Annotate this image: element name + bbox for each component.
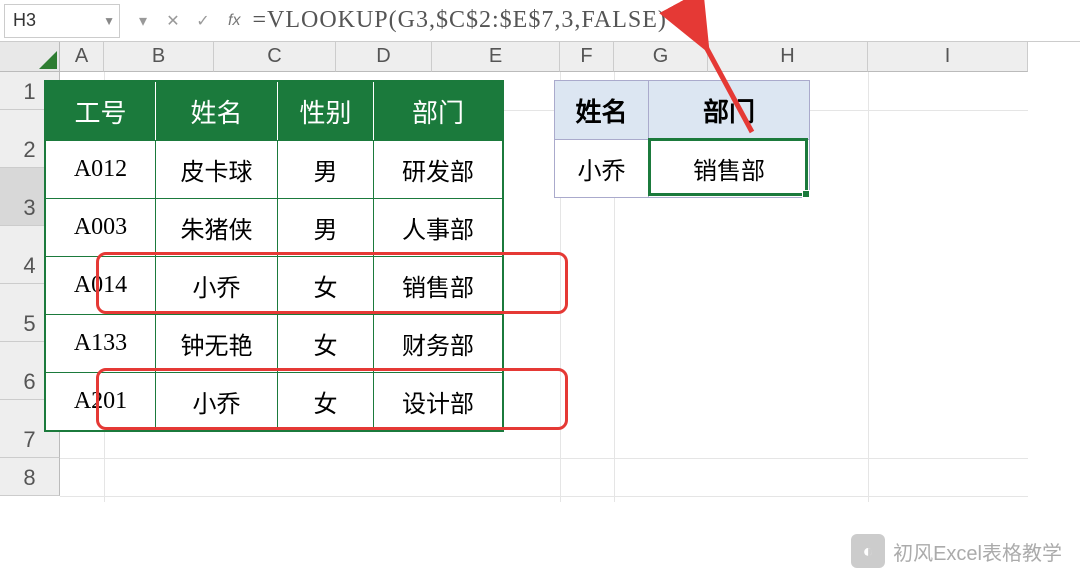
lookup-row: 小乔 销售部: [555, 139, 809, 197]
fx-icon[interactable]: fx: [228, 12, 240, 30]
spreadsheet-grid: A B C D E F G H I 1 2 3 4 5 6 7 8 工号 姓名 …: [0, 42, 1080, 580]
header-id[interactable]: 工号: [46, 82, 156, 140]
cell-D6[interactable]: 女: [278, 314, 374, 372]
cell-H3[interactable]: 销售部: [649, 140, 809, 197]
col-header-A[interactable]: A: [60, 42, 104, 72]
col-header-G[interactable]: G: [614, 42, 708, 72]
data-table: 工号 姓名 性别 部门 A012 皮卡球 男 研发部 A003 朱猪侠 男 人事…: [44, 80, 504, 432]
table-header-row: 工号 姓名 性别 部门: [46, 82, 502, 140]
col-header-E[interactable]: E: [432, 42, 560, 72]
cell-B6[interactable]: A133: [46, 314, 156, 372]
col-header-D[interactable]: D: [336, 42, 432, 72]
dropdown-icon[interactable]: ▾: [130, 8, 156, 34]
select-all-corner[interactable]: [0, 42, 60, 72]
cell-E5[interactable]: 销售部: [374, 256, 502, 314]
table-row: A003 朱猪侠 男 人事部: [46, 198, 502, 256]
lookup-header-name[interactable]: 姓名: [555, 81, 649, 139]
cell-E4[interactable]: 人事部: [374, 198, 502, 256]
column-headers: A B C D E F G H I: [60, 42, 1028, 72]
cell-D4[interactable]: 男: [278, 198, 374, 256]
col-header-F[interactable]: F: [560, 42, 614, 72]
table-row: A201 小乔 女 设计部: [46, 372, 502, 430]
watermark-text: 初风Excel表格教学: [893, 537, 1062, 566]
table-row: A014 小乔 女 销售部: [46, 256, 502, 314]
cancel-icon[interactable]: ✕: [160, 8, 186, 34]
cell-C3[interactable]: 皮卡球: [156, 140, 278, 198]
cell-D5[interactable]: 女: [278, 256, 374, 314]
cell-E7[interactable]: 设计部: [374, 372, 502, 430]
name-box-dropdown-icon[interactable]: ▼: [103, 14, 115, 28]
cell-E6[interactable]: 财务部: [374, 314, 502, 372]
cell-B4[interactable]: A003: [46, 198, 156, 256]
wechat-icon: ◐: [851, 534, 885, 568]
cell-C7[interactable]: 小乔: [156, 372, 278, 430]
cell-C4[interactable]: 朱猪侠: [156, 198, 278, 256]
cell-B5[interactable]: A014: [46, 256, 156, 314]
formula-bar-buttons: ▾ ✕ ✓: [130, 8, 216, 34]
col-header-B[interactable]: B: [104, 42, 214, 72]
cell-reference: H3: [13, 10, 36, 31]
watermark: ◐ 初风Excel表格教学: [851, 534, 1062, 568]
cell-C6[interactable]: 钟无艳: [156, 314, 278, 372]
confirm-icon[interactable]: ✓: [190, 8, 216, 34]
formula-bar: H3 ▼ ▾ ✕ ✓ fx =VLOOKUP(G3,$C$2:$E$7,3,FA…: [0, 0, 1080, 42]
lookup-header-dept[interactable]: 部门: [649, 81, 809, 139]
cell-C5[interactable]: 小乔: [156, 256, 278, 314]
header-gender[interactable]: 性别: [278, 82, 374, 140]
cell-B7[interactable]: A201: [46, 372, 156, 430]
col-header-H[interactable]: H: [708, 42, 868, 72]
cell-D3[interactable]: 男: [278, 140, 374, 198]
formula-input[interactable]: =VLOOKUP(G3,$C$2:$E$7,3,FALSE): [246, 7, 666, 34]
row-header-8[interactable]: 8: [0, 458, 60, 496]
lookup-table: 姓名 部门 小乔 销售部: [554, 80, 810, 198]
table-row: A133 钟无艳 女 财务部: [46, 314, 502, 372]
table-row: A012 皮卡球 男 研发部: [46, 140, 502, 198]
header-name[interactable]: 姓名: [156, 82, 278, 140]
lookup-header-row: 姓名 部门: [555, 81, 809, 139]
col-header-I[interactable]: I: [868, 42, 1028, 72]
col-header-C[interactable]: C: [214, 42, 336, 72]
cell-D7[interactable]: 女: [278, 372, 374, 430]
cell-G3[interactable]: 小乔: [555, 140, 649, 197]
cell-E3[interactable]: 研发部: [374, 140, 502, 198]
name-box[interactable]: H3 ▼: [4, 4, 120, 38]
corner-triangle-icon: [39, 51, 57, 69]
cell-B3[interactable]: A012: [46, 140, 156, 198]
header-dept[interactable]: 部门: [374, 82, 502, 140]
